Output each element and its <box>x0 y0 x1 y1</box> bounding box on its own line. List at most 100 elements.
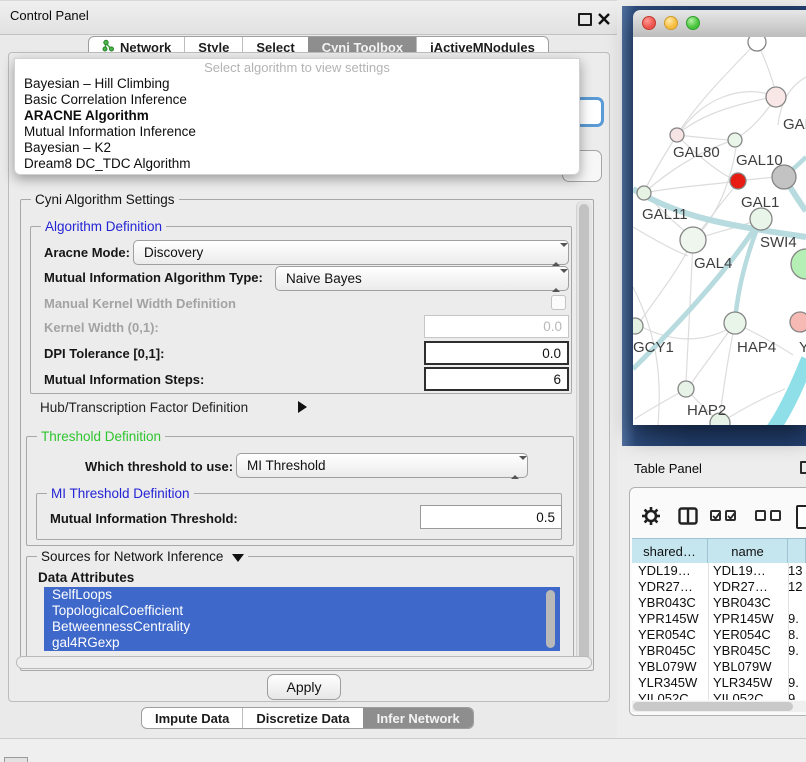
cell-shared-name[interactable]: YBR043C <box>632 595 708 611</box>
list-item[interactable]: BetweennessCentrality <box>44 619 560 635</box>
close-icon[interactable] <box>598 12 610 24</box>
mi-algorithm-type-select[interactable]: Naive Bayes <box>275 266 569 291</box>
edge-line[interactable] <box>640 240 693 322</box>
tab-impute-data[interactable]: Impute Data <box>142 708 242 728</box>
dropdown-item[interactable]: Bayesian – K2 <box>15 140 579 156</box>
edge-line[interactable] <box>640 326 726 339</box>
cell-shared-name[interactable]: YPR145W <box>632 611 708 627</box>
apply-button[interactable]: Apply <box>267 674 341 700</box>
dpi-tolerance-field[interactable]: 0.0 <box>424 341 569 365</box>
manual-kernel-width-checkbox[interactable] <box>551 295 566 310</box>
cell-value[interactable] <box>788 595 806 611</box>
zoom-traffic-light-icon[interactable] <box>686 16 700 30</box>
table-hscrollbar-thumb[interactable] <box>633 702 793 711</box>
checked-checkbox-icon[interactable] <box>725 510 736 521</box>
show-columns-icon[interactable] <box>678 507 698 530</box>
cell-name[interactable]: YBR043C <box>708 595 788 611</box>
cell-name[interactable]: YLR345W <box>708 675 788 691</box>
float-window-icon[interactable] <box>578 13 592 26</box>
network-node[interactable] <box>728 133 742 147</box>
table-row[interactable]: YBR045C YBR045C 9. <box>632 643 806 659</box>
cell-value[interactable]: 13 <box>788 563 806 579</box>
dropdown-item[interactable]: Mutual Information Inference <box>15 124 579 140</box>
cell-shared-name[interactable]: YBR045C <box>632 643 708 659</box>
network-node[interactable] <box>670 128 684 142</box>
cell-shared-name[interactable]: YER054C <box>632 627 708 643</box>
table-body[interactable]: YDL19… YDL19… 13 YDR27… YDR27… 12 YBR043… <box>632 563 806 700</box>
table-panel-float-icon[interactable] <box>800 461 806 474</box>
list-item[interactable]: TopologicalCoefficient <box>44 603 560 619</box>
aracne-mode-select[interactable]: Discovery <box>133 240 569 265</box>
list-item[interactable]: SelfLoops <box>44 587 560 603</box>
unchecked-checkbox-icon[interactable] <box>755 510 766 521</box>
cell-value[interactable]: 9. <box>788 691 806 700</box>
network-node[interactable] <box>750 208 772 230</box>
mi-steps-field[interactable]: 6 <box>424 367 569 391</box>
cell-value[interactable]: 12 <box>788 579 806 595</box>
edge-line[interactable] <box>677 135 728 140</box>
table-row[interactable]: YER054C YER054C 8. <box>632 627 806 643</box>
cell-name[interactable]: YER054C <box>708 627 788 643</box>
settings-scrollbar-thumb[interactable] <box>579 204 589 662</box>
network-node[interactable] <box>791 249 806 279</box>
cell-value[interactable]: 8. <box>788 627 806 643</box>
table-row[interactable]: YDL19… YDL19… 13 <box>632 563 806 579</box>
column-header-clipped[interactable] <box>788 539 806 563</box>
cell-shared-name[interactable]: YDR27… <box>632 579 708 595</box>
list-item[interactable]: gal4RGexp <box>44 635 560 651</box>
table-row[interactable]: YBL079W YBL079W <box>632 659 806 675</box>
tab-infer-network[interactable]: Infer Network <box>363 708 473 728</box>
cell-name[interactable]: YDR27… <box>708 579 788 595</box>
minimize-traffic-light-icon[interactable] <box>664 16 678 30</box>
cell-name[interactable]: YDL19… <box>708 563 788 579</box>
cell-value[interactable] <box>788 659 806 675</box>
cell-value[interactable]: 9. <box>788 675 806 691</box>
network-node[interactable] <box>633 318 643 334</box>
cell-name[interactable]: YBR045C <box>708 643 788 659</box>
table-row[interactable]: YBR043C YBR043C <box>632 595 806 611</box>
close-traffic-light-icon[interactable] <box>642 16 656 30</box>
cell-shared-name[interactable]: YLR345W <box>632 675 708 691</box>
checked-checkbox-icon[interactable] <box>710 510 721 521</box>
settings-hscrollbar[interactable] <box>16 656 592 669</box>
network-node[interactable] <box>678 381 694 397</box>
dropdown-item[interactable]: Basic Correlation Inference <box>15 92 579 108</box>
network-node[interactable] <box>637 186 651 200</box>
edge-line[interactable] <box>677 97 773 135</box>
table-row[interactable]: YPR145W YPR145W 9. <box>632 611 806 627</box>
new-table-icon[interactable] <box>796 505 806 529</box>
which-threshold-select[interactable]: MI Threshold <box>236 453 528 478</box>
cell-value[interactable]: 9. <box>788 643 806 659</box>
table-row[interactable]: YLR345W YLR345W 9. <box>632 675 806 691</box>
column-header-shared-name[interactable]: shared… <box>632 539 708 563</box>
edge-line[interactable] <box>635 389 686 419</box>
collapse-arrow-icon[interactable] <box>232 554 244 562</box>
network-view-window[interactable]: GAL GAL80 GAL10 GAL1 GAL11 SWI4 GAL4 GCY… <box>633 10 806 425</box>
tab-discretize-data[interactable]: Discretize Data <box>242 708 362 728</box>
dropdown-item[interactable]: Dream8 DC_TDC Algorithm <box>15 156 579 172</box>
mi-threshold-field[interactable]: 0.5 <box>420 505 562 529</box>
network-node[interactable] <box>748 37 766 51</box>
collapsed-panel-button[interactable] <box>4 757 28 762</box>
dropdown-item[interactable]: Bayesian – Hill Climbing <box>15 76 579 92</box>
network-node[interactable] <box>766 87 786 107</box>
cell-shared-name[interactable]: YDL19… <box>632 563 708 579</box>
expand-arrow-icon[interactable] <box>298 401 307 413</box>
edge-line[interactable] <box>644 182 730 193</box>
table-row[interactable]: YDR27… YDR27… 12 <box>632 579 806 595</box>
kernel-width-field[interactable]: 0.0 <box>424 315 569 338</box>
network-node[interactable] <box>724 312 746 334</box>
cell-name[interactable]: YBL079W <box>708 659 788 675</box>
table-row[interactable]: YIL052C YIL052C 9. <box>632 691 806 700</box>
column-header-name[interactable]: name <box>708 539 788 563</box>
network-canvas[interactable]: GAL GAL80 GAL10 GAL1 GAL11 SWI4 GAL4 GCY… <box>633 37 806 425</box>
data-attributes-list[interactable]: SelfLoops TopologicalCoefficient Between… <box>44 587 560 651</box>
network-node[interactable] <box>790 312 806 332</box>
unchecked-checkbox-icon[interactable] <box>770 510 781 521</box>
table-settings-gear-icon[interactable] <box>641 506 661 531</box>
network-window-titlebar[interactable] <box>633 10 806 38</box>
cell-name[interactable]: YPR145W <box>708 611 788 627</box>
edge-line[interactable] <box>681 92 776 131</box>
cell-shared-name[interactable]: YIL052C <box>632 691 708 700</box>
network-node-red[interactable] <box>730 173 746 189</box>
